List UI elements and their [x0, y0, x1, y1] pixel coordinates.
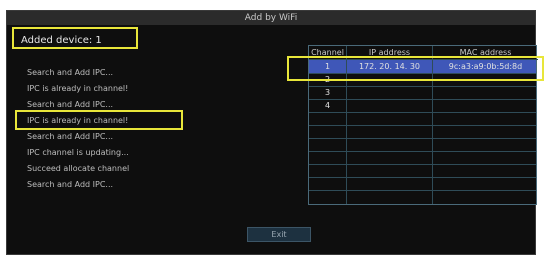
highlight-box [15, 110, 183, 130]
row-divider [309, 164, 536, 165]
row-divider [309, 190, 536, 191]
log-line: IPC is already in channel! [27, 84, 129, 93]
exit-button[interactable]: Exit [247, 227, 311, 242]
table-row-3-channel[interactable]: 3 [309, 86, 346, 99]
row-divider [309, 125, 536, 126]
table-row-4-channel[interactable]: 4 [309, 99, 346, 112]
row-divider [309, 177, 536, 178]
highlight-box [12, 27, 138, 49]
row-divider [309, 112, 536, 113]
log-line: Succeed allocate channel [27, 164, 130, 173]
log-line: IPC channel is updating... [27, 148, 129, 157]
row-divider [309, 151, 536, 152]
row-divider [309, 138, 536, 139]
highlight-box [287, 56, 544, 81]
log-line: Search and Add IPC... [27, 132, 114, 141]
log-line: Search and Add IPC... [27, 100, 114, 109]
log-line: Search and Add IPC... [27, 68, 114, 77]
log-line: Search and Add IPC... [27, 180, 114, 189]
dialog-title: Add by WiFi [7, 11, 535, 25]
